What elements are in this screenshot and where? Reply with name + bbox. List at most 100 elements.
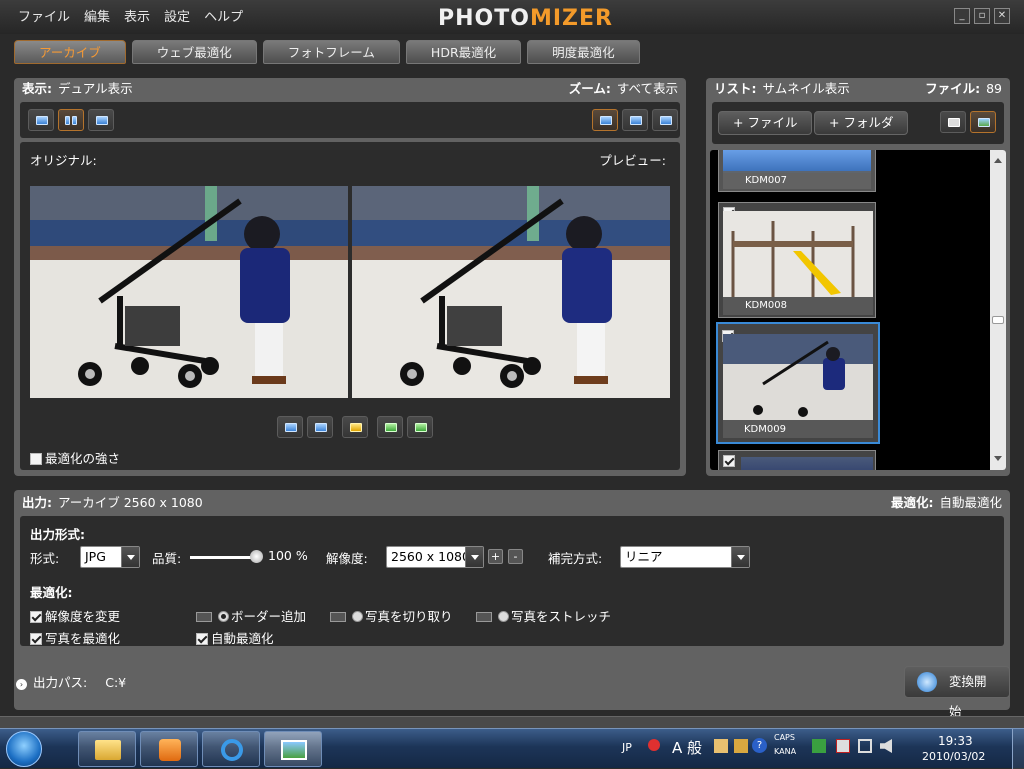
quality-slider[interactable] — [190, 556, 256, 559]
dictionary-icon[interactable] — [714, 739, 728, 753]
single-view-button[interactable] — [28, 109, 54, 131]
resolution-select[interactable]: 2560 x 1080 — [386, 546, 484, 568]
zoom-fit-button[interactable] — [592, 109, 618, 131]
optimize-photo-checkbox[interactable] — [30, 633, 42, 645]
menu-help[interactable]: ヘルプ — [204, 6, 243, 25]
maximize-button[interactable]: ▫ — [974, 8, 990, 24]
list-item[interactable]: KDM007 — [718, 150, 876, 192]
menu-file[interactable]: ファイル — [18, 6, 70, 25]
warning-icon — [350, 423, 362, 432]
scroll-thumb[interactable] — [992, 316, 1004, 324]
rotate-left-button[interactable] — [277, 416, 303, 438]
tab-hdr-optimize[interactable]: HDR最適化 — [405, 40, 522, 64]
mode-tabs: アーカイブ ウェブ最適化 フォトフレーム HDR最適化 明度最適化 — [14, 40, 640, 64]
optimize-section-title: 最適化: — [30, 585, 73, 600]
next-image-button[interactable] — [407, 416, 433, 438]
add-border-option[interactable]: ボーダー追加 — [196, 606, 306, 625]
thumbnail-view-button[interactable] — [970, 111, 996, 133]
menu-view[interactable]: 表示 — [124, 6, 150, 25]
tab-brightness-optimize[interactable]: 明度最適化 — [527, 40, 640, 64]
display-mode[interactable]: デュアル表示 — [58, 81, 133, 96]
ime-mode[interactable]: A 般 — [672, 737, 702, 758]
start-convert-button[interactable]: 変換開始 — [904, 666, 1010, 719]
internet-explorer-taskbar-icon[interactable] — [202, 731, 260, 767]
photomizer-taskbar-icon[interactable] — [264, 731, 322, 767]
overlay-view-button[interactable] — [88, 109, 114, 131]
list-item[interactable] — [718, 450, 876, 470]
optimize-label: 最適化: — [890, 495, 934, 510]
rotate-right-button[interactable] — [307, 416, 333, 438]
list-toolbar: + ファイル + フォルダ — [712, 102, 1004, 144]
network-icon[interactable] — [858, 739, 872, 753]
frame-icon — [330, 612, 346, 622]
image-icon — [978, 118, 990, 127]
scroll-up-icon[interactable] — [994, 154, 1002, 163]
change-resolution-option[interactable]: 解像度を変更 — [30, 606, 120, 625]
auto-optimize-option[interactable]: 自動最適化 — [196, 628, 274, 647]
menu-edit[interactable]: 編集 — [84, 6, 110, 25]
add-border-radio[interactable] — [218, 611, 229, 622]
rotate-left-icon — [285, 423, 297, 432]
action-center-flag-icon[interactable] — [836, 739, 850, 753]
crop-photo-option[interactable]: 写真を切り取り — [330, 606, 453, 625]
zoom-width-button[interactable] — [622, 109, 648, 131]
tab-archive[interactable]: アーカイブ — [14, 40, 126, 64]
thumbnail-checkbox[interactable] — [723, 455, 735, 467]
quality-value: 100 % — [268, 548, 308, 563]
windows-start-icon[interactable] — [6, 731, 42, 767]
tab-web-optimize[interactable]: ウェブ最適化 — [131, 40, 257, 64]
window-controls: _ ▫ ✕ — [954, 8, 1010, 24]
warning-button[interactable] — [342, 416, 368, 438]
list-scrollbar[interactable] — [990, 150, 1006, 470]
list-mode[interactable]: サムネイル表示 — [763, 81, 850, 96]
crop-photo-radio[interactable] — [352, 611, 363, 622]
resolution-label: 解像度: — [326, 551, 368, 566]
explorer-taskbar-icon[interactable] — [78, 731, 136, 767]
resolution-plus-button[interactable]: + — [488, 549, 503, 564]
zoom-mode[interactable]: すべて表示 — [617, 81, 678, 96]
clock-time[interactable]: 19:33 — [938, 734, 973, 748]
media-player-taskbar-icon[interactable] — [140, 731, 198, 767]
change-resolution-checkbox[interactable] — [30, 611, 42, 623]
list-item[interactable]: KDM009 — [716, 322, 880, 444]
arrow-left-icon — [385, 423, 397, 432]
minimize-button[interactable]: _ — [954, 8, 970, 24]
dual-view-button[interactable] — [58, 109, 84, 131]
clock-date[interactable]: 2010/03/02 — [922, 750, 985, 763]
output-path[interactable]: › 出力パス: C:¥ — [16, 672, 126, 691]
grid-icon — [948, 118, 960, 127]
auto-optimize-checkbox[interactable] — [196, 633, 208, 645]
list-item[interactable]: KDM008 — [718, 202, 876, 318]
tab-photo-frame[interactable]: フォトフレーム — [262, 40, 400, 64]
tools-icon[interactable] — [734, 739, 748, 753]
list-panel: リスト: サムネイル表示 ファイル: 89 + ファイル + フォルダ KDM007 — [706, 78, 1010, 476]
zoom-width-icon — [630, 116, 642, 125]
optimize-strength-checkbox[interactable] — [30, 453, 42, 465]
dual-view-icon — [65, 116, 70, 125]
ime-pad-icon[interactable] — [648, 739, 660, 751]
menu-settings[interactable]: 設定 — [164, 6, 190, 25]
stretch-photo-radio[interactable] — [498, 611, 509, 622]
add-file-button[interactable]: + ファイル — [718, 111, 813, 135]
chevron-down-icon — [465, 547, 483, 567]
close-button[interactable]: ✕ — [994, 8, 1010, 24]
quality-slider-handle[interactable] — [250, 550, 263, 563]
thumbnail-label: KDM009 — [744, 424, 786, 435]
security-shield-icon[interactable] — [812, 739, 826, 753]
optimize-strength-toggle[interactable]: 最適化の強さ — [30, 448, 120, 467]
help-icon[interactable]: ? — [752, 738, 767, 753]
zoom-magnify-button[interactable] — [652, 109, 678, 131]
previous-image-button[interactable] — [377, 416, 403, 438]
grid-view-button[interactable] — [940, 111, 966, 133]
language-indicator[interactable]: JP — [622, 741, 632, 754]
resolution-minus-button[interactable]: - — [508, 549, 523, 564]
interpolation-select[interactable]: リニア — [620, 546, 750, 568]
stretch-photo-option[interactable]: 写真をストレッチ — [476, 606, 611, 625]
optimize-photo-option[interactable]: 写真を最適化 — [30, 628, 120, 647]
show-desktop-button[interactable] — [1012, 729, 1024, 769]
scroll-down-icon[interactable] — [994, 456, 1002, 465]
volume-icon[interactable] — [880, 739, 892, 753]
format-select[interactable]: JPG — [80, 546, 140, 568]
add-folder-button[interactable]: + フォルダ — [814, 111, 909, 135]
files-count: 89 — [986, 81, 1002, 96]
